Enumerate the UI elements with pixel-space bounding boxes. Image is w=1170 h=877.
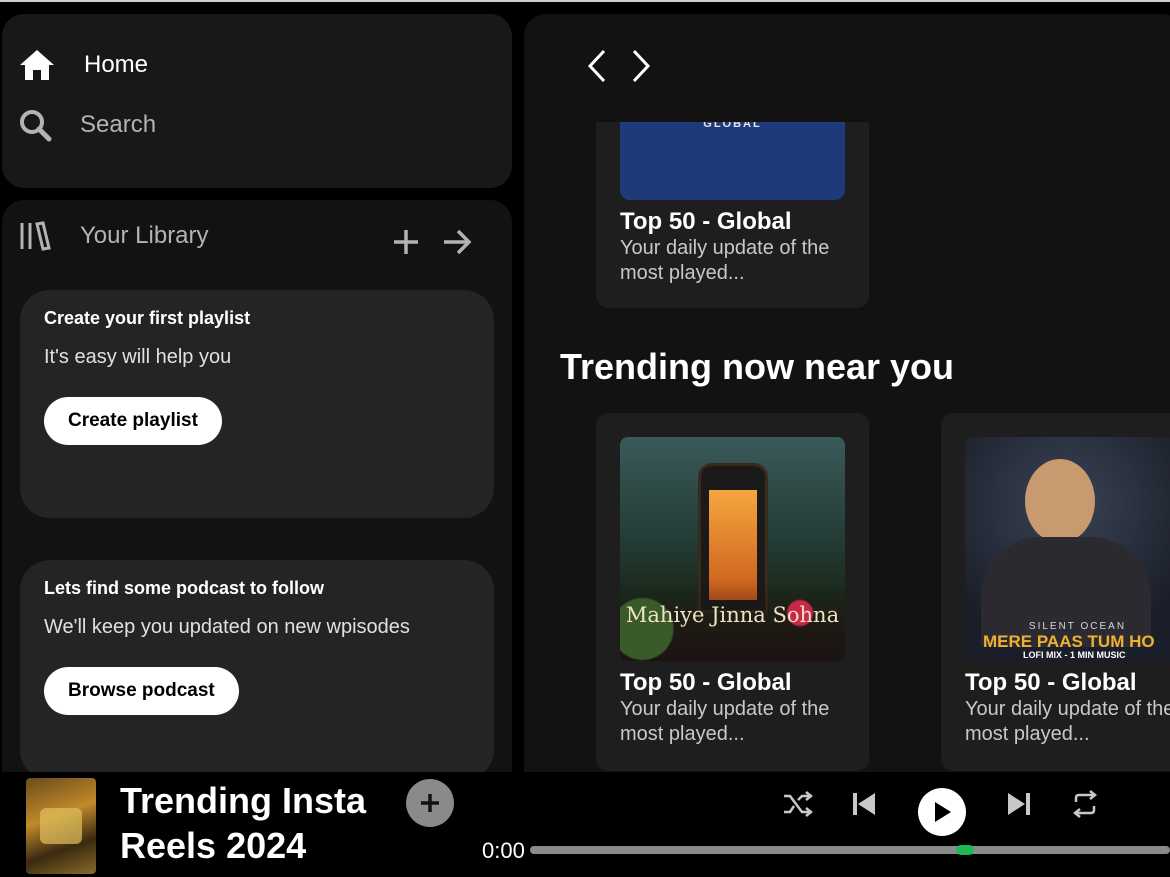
nav-panel bbox=[2, 14, 512, 188]
progress-handle[interactable] bbox=[956, 845, 975, 855]
add-icon[interactable] bbox=[392, 228, 420, 256]
nav-home-label: Home bbox=[84, 51, 149, 78]
play-button[interactable] bbox=[918, 788, 966, 836]
cover-footer: LOFI MIX - 1 MIN MUSIC bbox=[1023, 650, 1126, 660]
window-top-border bbox=[0, 0, 1170, 2]
history-navigation bbox=[586, 48, 652, 84]
tile-description: Your daily update of the most played... bbox=[620, 237, 830, 284]
playlist-cover: GLOBAL bbox=[620, 122, 845, 200]
shuffle-icon bbox=[784, 791, 814, 817]
search-icon bbox=[20, 110, 52, 142]
progress-bar[interactable] bbox=[530, 846, 1170, 854]
cover-text: GLOBAL bbox=[703, 122, 762, 130]
previous-button[interactable] bbox=[850, 790, 878, 818]
add-to-library-button[interactable] bbox=[406, 779, 454, 827]
play-icon bbox=[935, 802, 951, 822]
plus-icon bbox=[421, 794, 439, 812]
tile-description: Your daily update of the most played... bbox=[965, 698, 1170, 745]
create-playlist-card: Create your first playlist It's easy wil… bbox=[20, 290, 494, 518]
library-title: Your Library bbox=[80, 222, 209, 249]
skip-back-icon bbox=[853, 793, 875, 815]
track-title[interactable]: Trending Insta Reels 2024 bbox=[120, 778, 410, 868]
library-header[interactable]: Your Library bbox=[18, 220, 209, 252]
browse-podcast-card: Lets find some podcast to follow We'll k… bbox=[20, 560, 494, 780]
chevron-right-icon[interactable] bbox=[628, 48, 652, 84]
nav-home[interactable]: Home bbox=[18, 48, 148, 82]
playlist-tile[interactable]: Mahiye Jinna Sohna Top 50 - Global Your … bbox=[596, 413, 869, 771]
tile-title: Top 50 - Global bbox=[620, 669, 792, 696]
playlist-tile[interactable]: SILENT OCEAN MERE PAAS TUM HO LOFI MIX -… bbox=[941, 413, 1170, 771]
home-icon bbox=[20, 50, 54, 80]
tile-description: Your daily update of the most played... bbox=[620, 698, 830, 745]
section-heading: Trending now near you bbox=[560, 346, 955, 387]
cover-text: Mahiye Jinna Sohna bbox=[625, 603, 840, 627]
library-icon bbox=[20, 221, 51, 251]
cover-subtext: SILENT OCEAN bbox=[1028, 621, 1127, 632]
playlist-tile[interactable]: GLOBAL Top 50 - Global Your daily update… bbox=[596, 122, 869, 308]
singer-face-image bbox=[1025, 459, 1095, 543]
nav-search[interactable]: Search bbox=[18, 108, 156, 142]
skip-forward-icon bbox=[1008, 793, 1030, 815]
library-actions bbox=[392, 228, 472, 256]
tile-title: Top 50 - Global bbox=[965, 669, 1137, 696]
card-title: Create your first playlist bbox=[44, 308, 251, 328]
repeat-icon bbox=[1072, 790, 1098, 818]
cover-text: MERE PAAS TUM HO bbox=[983, 632, 1155, 651]
nav-search-label: Search bbox=[80, 111, 157, 138]
next-button[interactable] bbox=[1005, 790, 1033, 818]
repeat-button[interactable] bbox=[1070, 790, 1100, 818]
tile-title: Top 50 - Global bbox=[620, 208, 792, 235]
card-title: Lets find some podcast to follow bbox=[44, 578, 325, 598]
now-playing-cover[interactable] bbox=[26, 778, 96, 874]
playlist-cover: Mahiye Jinna Sohna bbox=[620, 437, 845, 661]
chevron-left-icon[interactable] bbox=[586, 48, 610, 84]
playlist-cover: SILENT OCEAN MERE PAAS TUM HO LOFI MIX -… bbox=[965, 437, 1170, 661]
browse-podcast-button[interactable]: Browse podcast bbox=[44, 667, 239, 715]
card-subtitle: It's easy will help you bbox=[44, 346, 232, 368]
arrow-right-icon[interactable] bbox=[442, 228, 472, 256]
card-subtitle: We'll keep you updated on new wpisodes bbox=[44, 616, 410, 638]
shuffle-button[interactable] bbox=[782, 790, 814, 818]
elapsed-time: 0:00 bbox=[482, 838, 525, 863]
create-playlist-button[interactable]: Create playlist bbox=[44, 397, 222, 445]
